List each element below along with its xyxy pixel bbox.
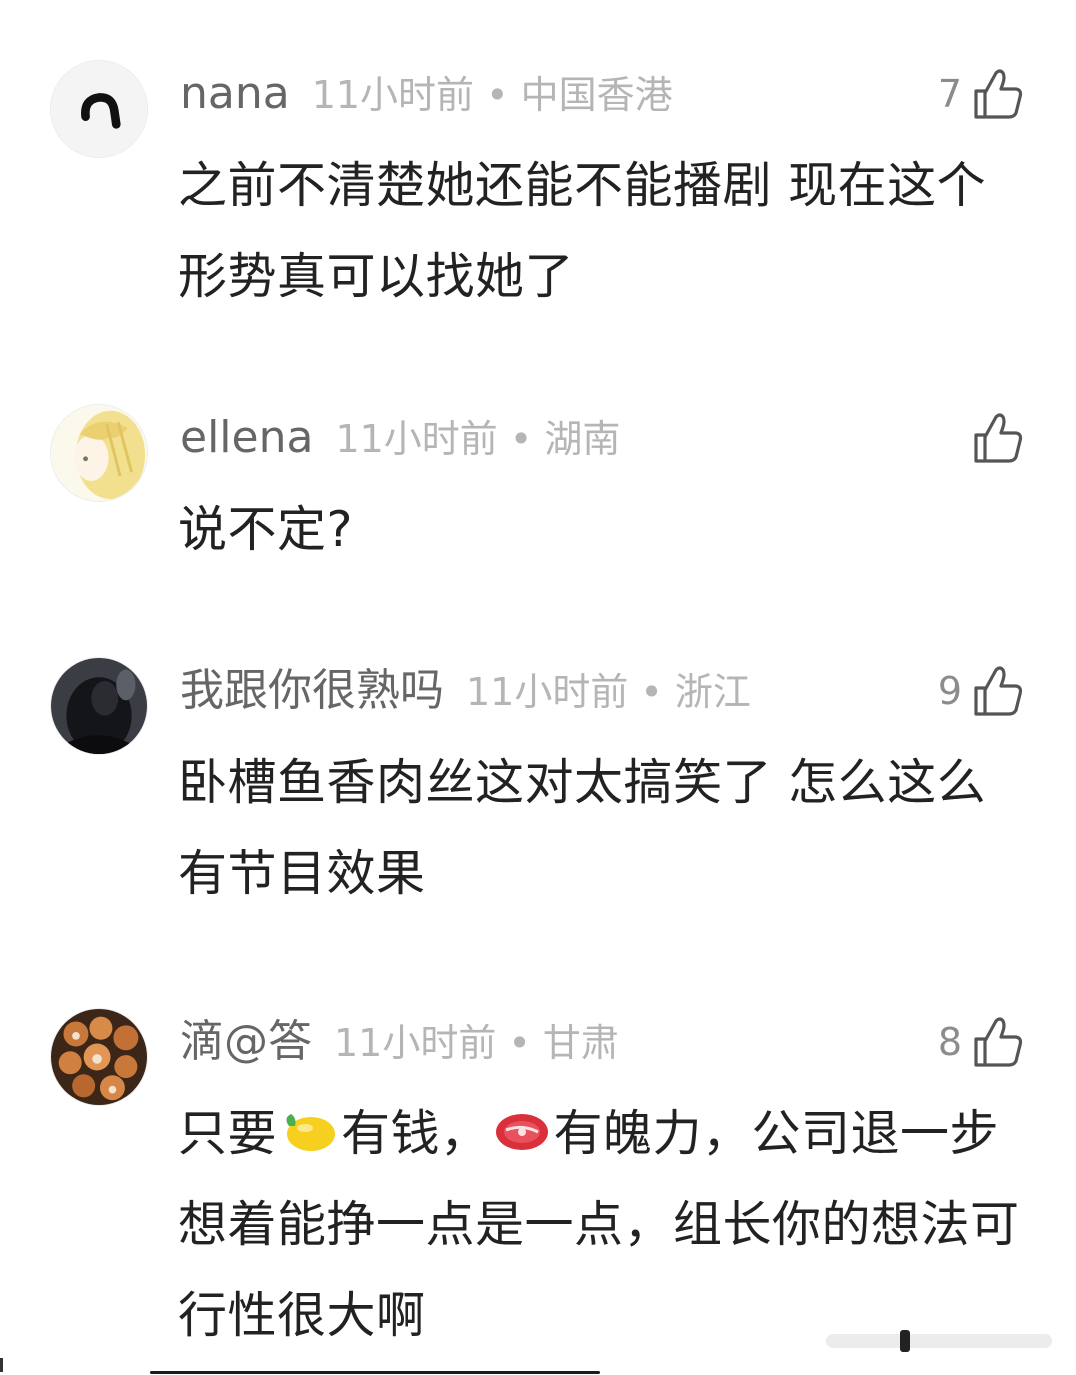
- like-button[interactable]: 9: [938, 659, 1024, 723]
- avatar[interactable]: [50, 404, 148, 502]
- username[interactable]: 滴@答: [180, 1016, 312, 1067]
- avatar[interactable]: [50, 1008, 148, 1106]
- username[interactable]: nana: [180, 68, 290, 119]
- edge-divider: [0, 1358, 3, 1372]
- meat-emoji-icon: [492, 1106, 552, 1156]
- thumbs-up-icon: [974, 666, 1023, 716]
- like-button[interactable]: 7: [938, 62, 1024, 126]
- time-location: 11小时前 • 中国香港: [311, 73, 673, 117]
- thumbs-up-icon: [974, 69, 1023, 119]
- username[interactable]: ellena: [180, 412, 313, 463]
- comment-list: nana 11小时前 • 中国香港 7 之前不清楚她还能不能播剧 现在这个形势真可…: [0, 0, 1076, 1375]
- comment-meta: ellena 11小时前 • 湖南: [180, 408, 620, 468]
- black-cat-tail-avatar-icon: [51, 61, 147, 157]
- time-location: 11小时前 • 浙江: [466, 670, 751, 714]
- comment-meta: 我跟你很熟吗 11小时前 • 浙江: [180, 661, 751, 721]
- shiba-dogs-avatar-icon: [51, 1009, 147, 1105]
- thumbs-up-icon: [974, 1017, 1023, 1067]
- like-button[interactable]: 8: [938, 1010, 1024, 1074]
- like-count: 9: [937, 669, 962, 713]
- avatar[interactable]: [50, 657, 148, 755]
- like-button[interactable]: [962, 406, 1024, 470]
- like-count: 7: [937, 72, 962, 116]
- like-count: 8: [937, 1020, 962, 1064]
- dark-hooded-figure-avatar-icon: [51, 658, 147, 754]
- comment-meta: nana 11小时前 • 中国香港: [180, 64, 673, 124]
- comment-text: 之前不清楚她还能不能播剧 现在这个形势真可以找她了: [178, 157, 987, 305]
- lemon-emoji-icon: [279, 1106, 339, 1156]
- comment-meta: 滴@答 11小时前 • 甘肃: [180, 1012, 619, 1072]
- scroll-indicator: [826, 1330, 1052, 1352]
- blonde-anime-girl-avatar-icon: [51, 405, 147, 501]
- comment-text: 卧槽鱼香肉丝这对太搞笑了 怎么这么有节目效果: [178, 754, 987, 902]
- username[interactable]: 我跟你很熟吗: [180, 665, 444, 716]
- thumbs-up-icon: [974, 413, 1023, 463]
- comment-text-part: 只要: [178, 1105, 278, 1162]
- avatar[interactable]: [50, 60, 148, 158]
- comment-text: 说不定?: [178, 501, 354, 558]
- time-location: 11小时前 • 甘肃: [334, 1021, 619, 1065]
- comment-text: 只要 有钱， 有魄力，公司退一步想着能挣一点是一点，组长你的想法可行性很大啊: [178, 1088, 1028, 1361]
- comment-text-part: 有钱，: [341, 1105, 490, 1162]
- time-location: 11小时前 • 湖南: [335, 417, 621, 461]
- bottom-divider: [150, 1371, 600, 1374]
